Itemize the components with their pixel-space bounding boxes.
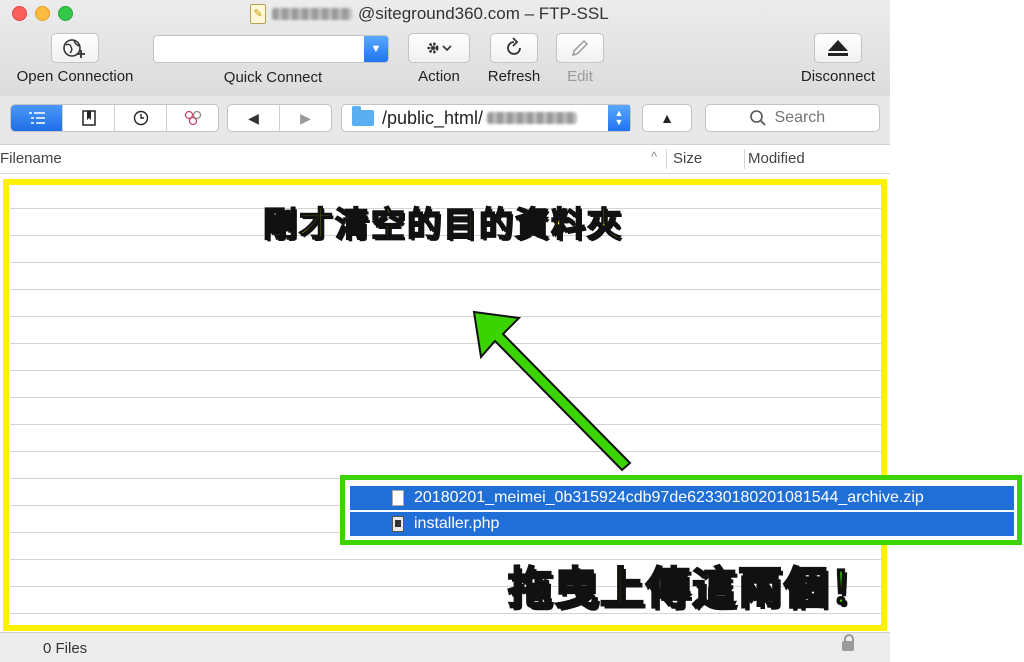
dragged-file-row[interactable]: 20180201_meimei_0b315924cdb97de623301802… [350, 486, 1014, 510]
dragged-file-row[interactable]: installer.php [350, 512, 1014, 536]
document-icon [392, 490, 404, 506]
dragged-files-highlight: 20180201_meimei_0b315924cdb97de623301802… [340, 475, 1022, 545]
php-file-icon [392, 516, 404, 532]
dragged-file-name: installer.php [414, 515, 500, 532]
annotation-caption-bottom: 拖曳上傳這兩個！ [507, 562, 876, 615]
dragged-file-name: 20180201_meimei_0b315924cdb97de623301802… [414, 489, 924, 506]
